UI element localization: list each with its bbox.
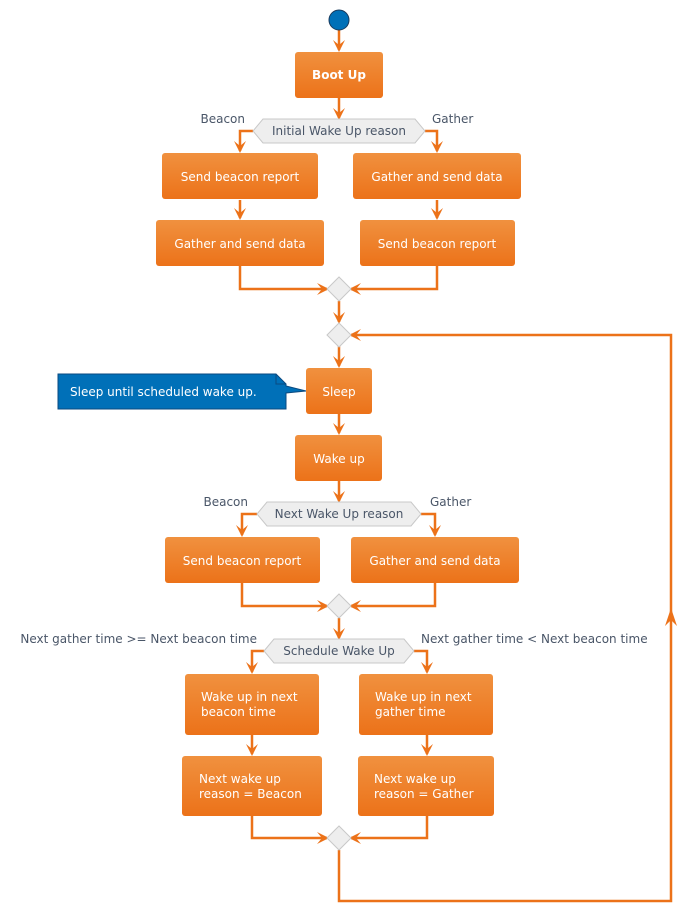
activity-label-line-2: gather time — [375, 705, 446, 719]
activity-label: Send beacon report — [181, 170, 300, 184]
activity-label-line-1: Next wake up — [374, 772, 456, 786]
activity-label-line-2: reason = Beacon — [199, 787, 302, 801]
activity-wake-up: Wake up — [295, 435, 382, 481]
activity-label: Wake up — [313, 452, 364, 466]
activity-send-beacon-report: Send beacon report — [165, 537, 320, 583]
merge-node — [326, 825, 352, 851]
decision-initial-wake-up-reason: Initial Wake Up reason — [252, 118, 426, 144]
activity-gather-and-send-data: Gather and send data — [351, 537, 519, 583]
activity-next-reason-beacon: Next wake up reason = Beacon — [182, 756, 322, 816]
activity-label-line-1: Next wake up — [199, 772, 281, 786]
guard-label-gather-time: Next gather time < Next beacon time — [421, 632, 648, 646]
activity-label-line-1: Wake up in next — [201, 690, 298, 704]
guard-label-beacon: Beacon — [200, 112, 245, 126]
merge-node — [326, 593, 352, 619]
activity-label-line-1: Wake up in next — [375, 690, 472, 704]
decision-next-wake-up-reason: Next Wake Up reason — [256, 501, 422, 527]
activity-label: Gather and send data — [174, 237, 305, 251]
edge-loop-back — [337, 333, 673, 903]
activity-send-beacon-report: Send beacon report — [360, 220, 515, 266]
start-node — [328, 9, 350, 31]
edge-left-merge1 — [238, 266, 327, 291]
note-text: Sleep until scheduled wake up. — [70, 385, 257, 399]
edge-sched-right-merge — [351, 816, 429, 840]
activity-label: Gather and send data — [369, 554, 500, 568]
edge-next-right-merge — [351, 583, 437, 608]
activity-label-line-2: reason = Gather — [374, 787, 474, 801]
activity-gather-and-send-data: Gather and send data — [353, 153, 521, 199]
decision-schedule-wake-up: Schedule Wake Up — [263, 638, 415, 664]
activity-label: Gather and send data — [371, 170, 502, 184]
activity-label: Send beacon report — [378, 237, 497, 251]
note-sleep: Sleep until scheduled wake up. — [57, 373, 307, 410]
guard-label-beacon-time: Next gather time >= Next beacon time — [20, 632, 257, 646]
activity-gather-and-send-data: Gather and send data — [156, 220, 324, 266]
activity-wake-up-next-gather: Wake up in next gather time — [359, 674, 493, 735]
activity-label: Send beacon report — [183, 554, 302, 568]
guard-label-beacon: Beacon — [203, 495, 248, 509]
activity-next-reason-gather: Next wake up reason = Gather — [358, 756, 494, 816]
activity-label: Sleep — [322, 385, 355, 399]
activity-send-beacon-report: Send beacon report — [162, 153, 318, 199]
activity-sleep: Sleep — [306, 368, 372, 414]
guard-label-gather: Gather — [432, 112, 473, 126]
loop-merge-node — [326, 322, 352, 348]
activity-diagram: Boot Up Initial Wake Up reason Beacon Ga… — [20, 9, 677, 903]
activity-boot-up: Boot Up — [295, 52, 383, 98]
decision-label: Initial Wake Up reason — [272, 124, 406, 138]
edge-sched-left-merge — [250, 816, 327, 840]
activity-label-line-2: beacon time — [201, 705, 276, 719]
guard-label-gather: Gather — [430, 495, 471, 509]
merge-node — [326, 276, 352, 302]
activity-label: Boot Up — [312, 68, 366, 82]
activity-wake-up-next-beacon: Wake up in next beacon time — [185, 674, 319, 735]
decision-label: Next Wake Up reason — [275, 507, 404, 521]
edge-right-merge1 — [351, 266, 439, 291]
decision-label: Schedule Wake Up — [283, 644, 395, 658]
edge-next-left-merge — [240, 583, 327, 608]
